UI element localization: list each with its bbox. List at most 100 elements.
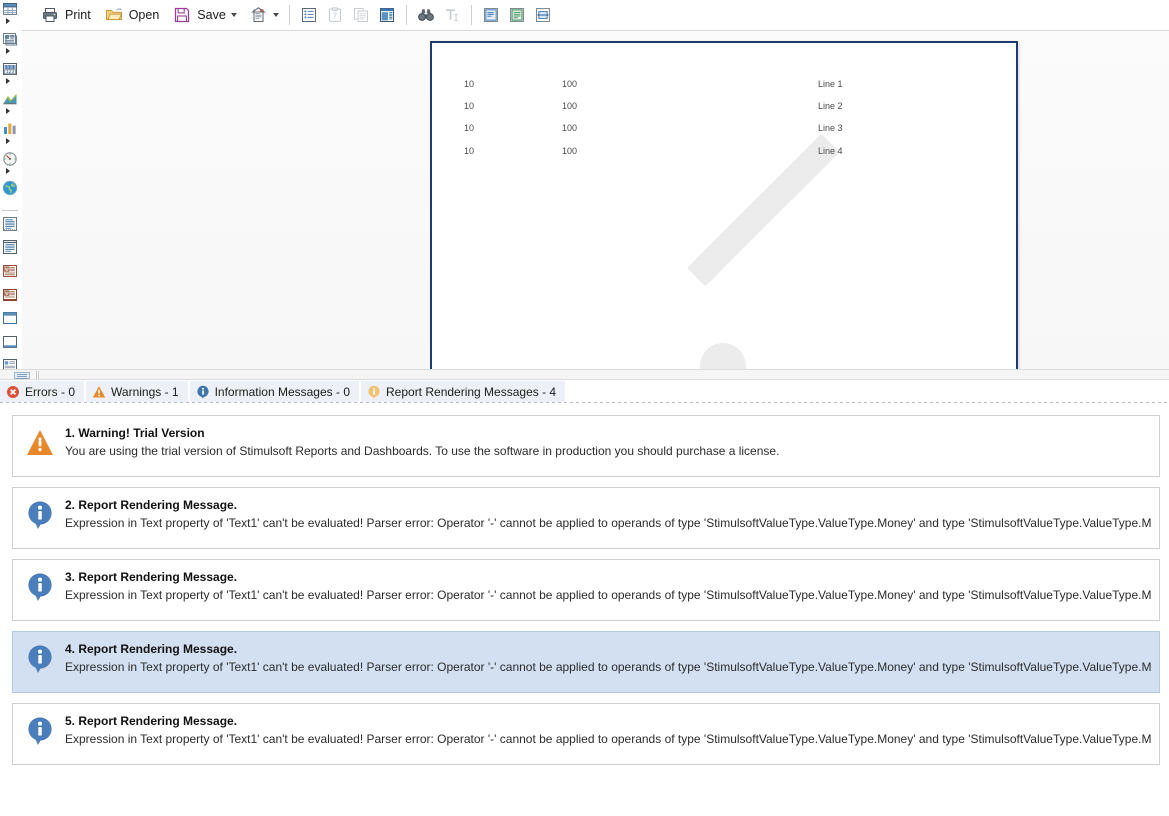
report-cell-col1: 10 bbox=[464, 123, 475, 133]
sidebar-item-map-component[interactable] bbox=[0, 179, 20, 206]
sidebar-divider bbox=[2, 209, 18, 211]
sidebar-item-data-band-component[interactable] bbox=[0, 30, 20, 60]
report-cell-col2: 100 bbox=[562, 79, 578, 89]
report-cell-col1: 10 bbox=[464, 79, 475, 89]
list-item[interactable]: 5. Report Rendering Message. Expression … bbox=[12, 703, 1160, 765]
find-button[interactable] bbox=[413, 3, 439, 27]
send-document-icon bbox=[250, 6, 268, 24]
expand-arrow-icon[interactable] bbox=[6, 167, 10, 174]
toolbar-divider bbox=[288, 5, 290, 25]
sidebar-item-bar-chart-component[interactable] bbox=[0, 120, 20, 150]
gauge-icon bbox=[2, 151, 18, 167]
list-item[interactable]: 4. Report Rendering Message. Expression … bbox=[12, 631, 1160, 693]
globe-icon bbox=[2, 180, 18, 196]
expand-arrow-icon[interactable] bbox=[6, 47, 10, 54]
error-icon bbox=[6, 385, 20, 399]
binoculars-icon bbox=[417, 6, 435, 24]
sidebar-item-panel-component[interactable] bbox=[0, 309, 20, 333]
report-preview-area[interactable]: 10 100 Line 1 10 100 Line 2 10 100 Line … bbox=[22, 31, 1169, 369]
image-text-icon: A bbox=[2, 263, 18, 279]
send-email-button[interactable] bbox=[244, 2, 283, 28]
splitter-grip[interactable] bbox=[14, 372, 30, 379]
report-cell-col3: Line 2 bbox=[818, 101, 843, 111]
message-body: You are using the trial version of Stimu… bbox=[65, 444, 780, 458]
parameters-button[interactable] bbox=[348, 3, 374, 27]
clipboard-question-icon: ? bbox=[326, 6, 344, 24]
data-band-icon bbox=[2, 31, 18, 47]
sidebar-item-rich-text-component[interactable] bbox=[0, 238, 20, 262]
page-view-icon bbox=[482, 6, 500, 24]
expand-arrow-icon[interactable] bbox=[6, 107, 10, 114]
print-button[interactable]: Print bbox=[34, 2, 98, 28]
components-sidebar: 123 A A bbox=[0, 0, 20, 380]
sidebar-item-table-component[interactable] bbox=[0, 0, 20, 30]
tab-information-messages-label: Information Messages - 0 bbox=[214, 384, 350, 399]
sidebar-item-gauge-component[interactable] bbox=[0, 150, 20, 180]
page-view-button[interactable] bbox=[478, 3, 504, 27]
message-body: Expression in Text property of 'Text1' c… bbox=[65, 660, 1151, 674]
export-button[interactable] bbox=[296, 3, 322, 27]
report-cell-col3: Line 3 bbox=[818, 123, 843, 133]
expand-arrow-icon[interactable] bbox=[6, 77, 10, 84]
cross-tab-icon: 123 bbox=[2, 61, 18, 77]
info-icon bbox=[196, 385, 210, 399]
editor-button[interactable] bbox=[439, 3, 465, 27]
list-item[interactable]: 2. Report Rendering Message. Expression … bbox=[12, 487, 1160, 549]
warning-icon bbox=[92, 385, 106, 399]
report-row: 10 100 Line 1 bbox=[432, 79, 1016, 101]
splitter-bar bbox=[36, 371, 39, 380]
bookmarks-button[interactable]: ? bbox=[322, 3, 348, 27]
sidebar-item-cross-tab-component[interactable]: 123 bbox=[0, 60, 20, 90]
open-folder-icon bbox=[105, 6, 123, 24]
bar-chart-icon bbox=[2, 121, 18, 137]
table-icon bbox=[2, 1, 18, 17]
messages-list[interactable]: 1. Warning! Trial Version You are using … bbox=[0, 405, 1169, 816]
send-dropdown-caret-icon[interactable] bbox=[272, 13, 279, 17]
thumbnails-button[interactable] bbox=[374, 3, 400, 27]
save-dropdown-caret-icon[interactable] bbox=[230, 13, 237, 17]
sidebar-item-image-block-component[interactable]: A bbox=[0, 262, 20, 286]
report-cell-col3: Line 1 bbox=[818, 79, 843, 89]
toolbar-divider bbox=[405, 5, 407, 25]
rich-text-icon bbox=[2, 239, 18, 255]
tab-report-rendering-messages[interactable]: Report Rendering Messages - 4 bbox=[361, 381, 566, 402]
sidebar-item-image-block-alt-component[interactable]: A bbox=[0, 286, 20, 310]
text-block-icon bbox=[2, 216, 18, 232]
tab-errors[interactable]: Errors - 0 bbox=[0, 381, 85, 402]
single-page-button[interactable] bbox=[504, 3, 530, 27]
text-cursor-icon bbox=[443, 6, 461, 24]
info-balloon-icon bbox=[26, 500, 54, 530]
save-disk-icon bbox=[173, 6, 191, 24]
trial-watermark-dot bbox=[700, 343, 746, 369]
tab-warnings[interactable]: Warnings - 1 bbox=[86, 381, 188, 402]
panel-splitter[interactable] bbox=[0, 369, 1169, 380]
page-width-button[interactable] bbox=[530, 3, 556, 27]
toolbar-divider bbox=[470, 5, 472, 25]
panel-icon bbox=[2, 310, 18, 326]
expand-arrow-icon[interactable] bbox=[6, 18, 10, 24]
info-yellow-icon bbox=[367, 385, 381, 399]
list-item[interactable]: 3. Report Rendering Message. Expression … bbox=[12, 559, 1160, 621]
sidebar-item-text-block-component[interactable] bbox=[0, 215, 20, 239]
tab-errors-label: Errors - 0 bbox=[25, 384, 76, 399]
area-chart-icon bbox=[2, 91, 18, 107]
report-page[interactable]: 10 100 Line 1 10 100 Line 2 10 100 Line … bbox=[430, 41, 1018, 369]
open-button[interactable]: Open bbox=[98, 2, 167, 28]
info-balloon-icon bbox=[26, 644, 54, 674]
list-item[interactable]: 1. Warning! Trial Version You are using … bbox=[12, 415, 1160, 477]
message-title: 4. Report Rendering Message. bbox=[65, 642, 238, 656]
message-title: 5. Report Rendering Message. bbox=[65, 714, 238, 728]
tab-information-messages[interactable]: Information Messages - 0 bbox=[189, 381, 359, 402]
report-row: 10 100 Line 3 bbox=[432, 123, 1016, 145]
report-row: 10 100 Line 2 bbox=[432, 101, 1016, 123]
image-text-alt-icon: A bbox=[2, 287, 18, 303]
info-balloon-icon bbox=[26, 572, 54, 602]
message-title: 1. Warning! Trial Version bbox=[65, 426, 205, 440]
sidebar-item-chart-area-component[interactable] bbox=[0, 90, 20, 120]
sidebar-item-clone-panel-component[interactable] bbox=[0, 333, 20, 357]
message-body: Expression in Text property of 'Text1' c… bbox=[65, 732, 1151, 746]
save-button[interactable]: Save bbox=[166, 2, 244, 28]
expand-arrow-icon[interactable] bbox=[6, 137, 10, 144]
report-cell-col2: 100 bbox=[562, 101, 578, 111]
report-cell-col1: 10 bbox=[464, 101, 475, 111]
